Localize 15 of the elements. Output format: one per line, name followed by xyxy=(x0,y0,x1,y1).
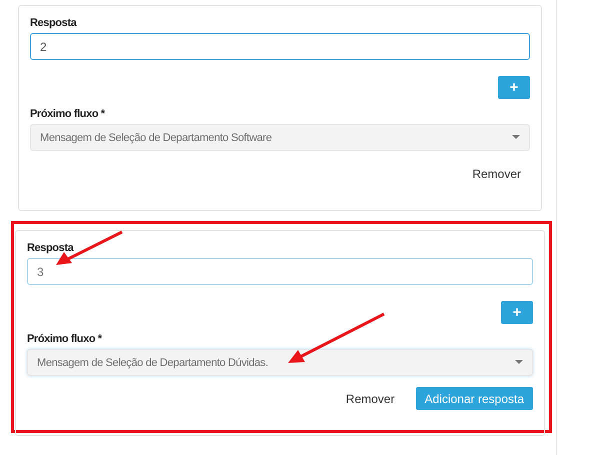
answer-input[interactable]: 2 xyxy=(30,33,530,60)
flow-select[interactable]: Mensagem de Seleção de Departamento Dúvidas. xyxy=(27,349,533,376)
field-label: Resposta xyxy=(30,17,78,29)
field-label: Próximo fluxo * xyxy=(27,333,103,345)
field-label: Próximo fluxo * xyxy=(30,108,106,120)
field-label: Resposta xyxy=(27,242,75,254)
add-button[interactable]: + xyxy=(501,301,533,324)
add-button[interactable]: + xyxy=(498,76,530,99)
add-answer-button[interactable]: Adicionar resposta xyxy=(416,387,533,410)
remove-button[interactable]: Remover xyxy=(463,162,530,186)
caret-icon xyxy=(515,360,523,365)
remove-button[interactable]: Remover xyxy=(336,387,404,411)
answer-input[interactable]: 3 xyxy=(27,258,533,285)
caret-icon xyxy=(512,135,520,140)
flow-select[interactable]: Mensagem de Seleção de Departamento Software xyxy=(30,124,530,151)
